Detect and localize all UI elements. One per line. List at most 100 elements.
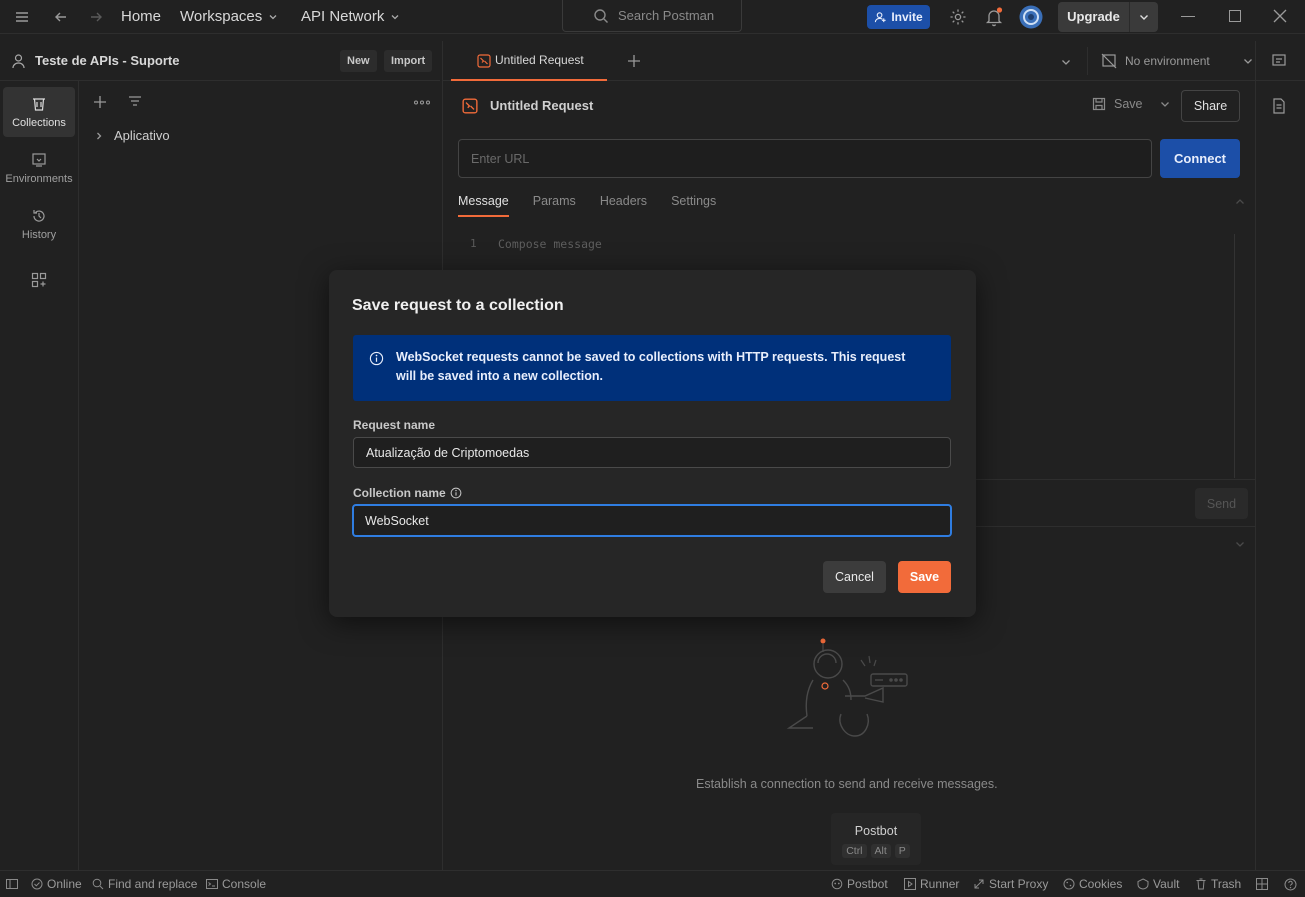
rail-item-environments[interactable]: Environments <box>3 143 75 193</box>
rail-item-history[interactable]: History <box>3 199 75 249</box>
import-button[interactable]: Import <box>384 50 433 72</box>
toggle-sidebar-icon[interactable] <box>6 878 18 890</box>
share-button[interactable]: Share <box>1181 90 1240 122</box>
info-banner: WebSocket requests cannot be saved to co… <box>353 335 951 401</box>
key-ctrl: Ctrl <box>842 844 867 858</box>
env-quicklook-icon[interactable] <box>1271 53 1287 69</box>
new-tab-icon[interactable] <box>626 53 642 69</box>
back-arrow-icon[interactable] <box>53 9 69 25</box>
tab-headers[interactable]: Headers <box>600 194 647 217</box>
menu-icon[interactable] <box>14 9 30 25</box>
no-environment-icon <box>1101 53 1117 69</box>
url-input[interactable]: Enter URL <box>458 139 1152 178</box>
collection-name: Aplicativo <box>114 128 170 143</box>
request-name-input[interactable]: Atualização de Criptomoedas <box>353 437 951 468</box>
cancel-button[interactable]: Cancel <box>823 561 886 593</box>
postbot-button[interactable]: Postbot <box>831 877 888 891</box>
collection-name-input[interactable]: WebSocket <box>352 504 952 537</box>
start-proxy-button[interactable]: Start Proxy <box>973 877 1048 891</box>
upgrade-button[interactable]: Upgrade <box>1058 2 1158 32</box>
search-bar[interactable]: Search Postman <box>562 0 742 32</box>
runner-label: Runner <box>920 877 960 891</box>
home-link[interactable]: Home <box>121 8 161 25</box>
invite-button[interactable]: Invite <box>867 5 930 29</box>
trash-button[interactable]: Trash <box>1195 877 1241 891</box>
message-editor[interactable]: Compose message <box>498 237 602 251</box>
minimize-icon[interactable] <box>1181 16 1195 17</box>
cookies-button[interactable]: Cookies <box>1063 877 1122 891</box>
connect-button[interactable]: Connect <box>1160 139 1240 178</box>
editor-scrollbar[interactable] <box>1234 234 1235 478</box>
workspace-name[interactable]: Teste de APIs - Suporte <box>35 53 179 68</box>
online-status[interactable]: Online <box>31 877 82 891</box>
invite-label: Invite <box>891 10 923 24</box>
environment-selector[interactable]: No environment <box>1101 53 1254 69</box>
tab-params[interactable]: Params <box>533 194 576 217</box>
request-subtabs: Message Params Headers Settings <box>458 194 716 217</box>
console-label: Console <box>222 877 267 891</box>
tab-label: Untitled Request <box>495 53 584 67</box>
runner-button[interactable]: Runner <box>904 877 959 891</box>
banner-text: WebSocket requests cannot be saved to co… <box>396 350 906 383</box>
save-button[interactable]: Save <box>898 561 951 593</box>
chevron-right-icon <box>97 132 102 139</box>
collapse-chevron-up-icon[interactable] <box>1234 196 1246 208</box>
console-button[interactable]: Console <box>206 877 266 891</box>
vault-label: Vault <box>1153 877 1180 891</box>
vault-icon <box>1137 878 1149 890</box>
save-request-button[interactable]: Save <box>1092 97 1171 111</box>
search-placeholder: Search Postman <box>618 8 715 23</box>
key-p: P <box>894 844 910 858</box>
chevron-down-icon[interactable] <box>1138 11 1150 23</box>
info-icon[interactable] <box>450 487 462 499</box>
collection-item[interactable]: Aplicativo <box>94 128 170 143</box>
find-replace-button[interactable]: Find and replace <box>92 877 197 891</box>
console-icon <box>206 879 218 889</box>
maximize-icon[interactable] <box>1229 10 1241 22</box>
trash-label: Trash <box>1211 877 1242 891</box>
vault-button[interactable]: Vault <box>1137 877 1179 891</box>
environment-label: No environment <box>1125 54 1210 68</box>
more-options-icon[interactable] <box>414 100 430 105</box>
avatar[interactable] <box>1019 5 1043 29</box>
close-icon[interactable] <box>1273 9 1287 23</box>
info-icon <box>369 351 384 366</box>
dialog-title: Save request to a collection <box>352 297 564 314</box>
request-title[interactable]: Untitled Request <box>490 98 593 113</box>
workspaces-label: Workspaces <box>180 8 263 25</box>
api-network-menu[interactable]: API Network <box>301 8 400 25</box>
tab-settings[interactable]: Settings <box>671 194 716 217</box>
help-icon[interactable] <box>1284 878 1297 891</box>
postbot-shortcut[interactable]: Postbot Ctrl Alt P <box>831 813 921 865</box>
send-button[interactable]: Send <box>1195 488 1248 519</box>
settings-gear-icon[interactable] <box>949 8 967 26</box>
workspaces-menu[interactable]: Workspaces <box>180 8 278 25</box>
documentation-icon[interactable] <box>1272 98 1286 114</box>
tab-message[interactable]: Message <box>458 194 509 217</box>
rail-label: Collections <box>12 116 66 129</box>
rail-item-configure[interactable] <box>3 255 75 305</box>
chevron-down-icon <box>269 14 277 19</box>
empty-state-message: Establish a connection to send and recei… <box>696 777 998 791</box>
right-rail-divider <box>1255 81 1256 870</box>
runner-icon <box>904 878 916 890</box>
tab-list-chevron-icon[interactable] <box>1060 56 1072 68</box>
save-request-dialog: Save request to a collection WebSocket r… <box>329 270 976 617</box>
rail-item-collections[interactable]: Collections <box>3 87 75 137</box>
tab-untitled-request[interactable]: Untitled Request <box>451 41 607 81</box>
response-chevron-down-icon[interactable] <box>1234 538 1246 550</box>
filter-icon[interactable] <box>127 94 143 110</box>
cookie-icon <box>1063 878 1075 890</box>
forward-arrow-icon[interactable] <box>88 9 104 25</box>
layout-grid-icon[interactable] <box>1256 878 1268 890</box>
chevron-down-icon[interactable] <box>1159 98 1171 110</box>
chevron-down-icon <box>1243 59 1252 64</box>
response-divider <box>976 526 1255 527</box>
title-bar: Home Workspaces API Network Search Postm… <box>0 0 1305 34</box>
rail-label: Environments <box>5 172 73 185</box>
add-collection-icon[interactable] <box>92 94 108 110</box>
notification-bell-icon[interactable] <box>985 7 1003 27</box>
history-icon <box>33 209 45 222</box>
proxy-icon <box>974 879 984 889</box>
new-button[interactable]: New <box>340 50 377 72</box>
